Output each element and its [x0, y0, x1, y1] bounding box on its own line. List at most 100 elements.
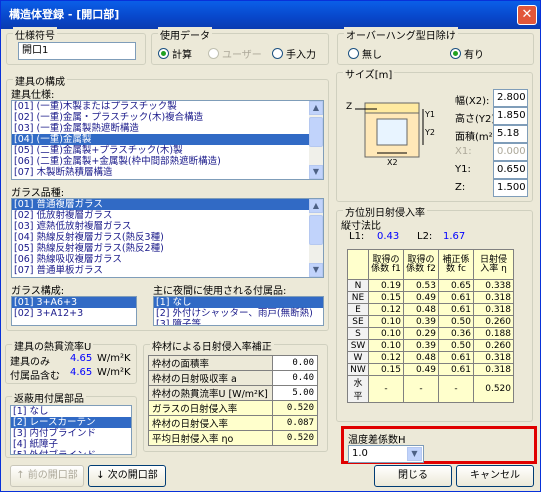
direction-cell: SW — [347, 339, 369, 352]
list-item[interactable]: [03] (一重)金属製熱遮断構造 — [12, 123, 323, 134]
chevron-down-icon[interactable]: ▼ — [407, 447, 422, 461]
solar-attach-listbox[interactable]: [1] なし[2] レースカーテン[3] 内付ブラインド[4] 紙障子[5] 外… — [10, 405, 132, 455]
heat-row2-unit: W/m²K — [97, 367, 131, 378]
size-field-input[interactable]: 1.500 — [493, 179, 528, 197]
list-item[interactable]: [02] 低放射複層ガラス — [12, 210, 323, 221]
table-row: ガラスの日射侵入率 0.520 — [148, 400, 318, 416]
table-row: SE 0.10 0.39 0.50 0.260 — [347, 315, 514, 328]
list-item[interactable]: [07] 普通単板ガラス — [12, 265, 323, 276]
calc-row-value[interactable]: 0.00 — [272, 355, 318, 371]
list-item[interactable]: [04] 熱線反射複層ガラス(熱反3種) — [12, 232, 323, 243]
calc-row-name: 平均日射侵入率 ηo — [148, 430, 273, 446]
spec-scrollbar[interactable]: ▲ ▼ — [309, 101, 323, 179]
size-field-input[interactable]: 5.18 — [493, 125, 528, 143]
list-item[interactable]: [5] 外付ブラインド — [11, 450, 131, 454]
size-field-input[interactable]: 2.800 — [493, 89, 528, 107]
value-cell-f1: 0.15 — [368, 291, 404, 304]
symbol-input[interactable]: 開口1 — [18, 42, 136, 60]
window-size-diagram: Z Y1 Y2 X2 — [346, 102, 435, 167]
direction-cell: E — [347, 303, 369, 316]
calc-row-name: 枠材の面積率 — [148, 355, 273, 371]
scroll-up-icon[interactable]: ▲ — [309, 199, 323, 213]
spec-listbox[interactable]: [01] (一重)木製またはプラスチック製 [02] (一重)金属・プラスチック(… — [11, 100, 324, 180]
table-row: 枠材の面積率 0.00 — [148, 355, 318, 371]
list-item[interactable]: [04] (一重)金属製 — [12, 134, 323, 145]
value-cell-f1: 0.19 — [368, 279, 404, 292]
overhang-radio-none[interactable]: 無し — [348, 46, 382, 61]
list-item[interactable]: [2] 外付けシャッター、雨戸(無断熱) — [154, 308, 323, 319]
column-header: 取得の係数 f1 — [368, 249, 404, 280]
list-item[interactable]: [05] (二重)金属製+プラスチック(木)製 — [12, 145, 323, 156]
direction-cell: S — [347, 327, 369, 340]
value-cell-f2: 0.39 — [403, 315, 439, 328]
list-item[interactable]: [02] 3+A12+3 — [12, 308, 136, 319]
table-row: 枠材の熱貫流率U [W/m²K] 5.00 — [148, 385, 318, 401]
usage-radio-manual[interactable]: 手入力 — [272, 46, 316, 61]
close-button[interactable]: 閉じる — [374, 465, 452, 487]
orient-group: 方位別日射侵入率 縦寸法比 L1: 0.43 L2: 1.67 取得の係数 f1… — [336, 204, 533, 422]
scroll-up-icon[interactable]: ▲ — [309, 101, 323, 115]
size-field-label: Y1: — [455, 164, 471, 175]
value-cell-eta: 0.338 — [473, 279, 514, 292]
value-cell-eta: 0.318 — [473, 291, 514, 304]
scroll-down-icon[interactable]: ▼ — [309, 165, 323, 179]
close-window-button[interactable]: ✕ — [517, 5, 537, 25]
scroll-thumb[interactable] — [309, 215, 323, 245]
solar-attach-group-title: 返蔽用付属部品 — [12, 390, 86, 405]
glass-scrollbar[interactable]: ▲ ▼ — [309, 199, 323, 277]
list-item[interactable]: [2] レースカーテン — [11, 417, 131, 428]
table-row: 水平 - - -0.520 — [347, 375, 514, 403]
calc-row-value: 0.520 — [272, 430, 318, 446]
radio-label: ユーザー — [222, 50, 262, 61]
list-item[interactable]: [3] 内付ブラインド — [11, 428, 131, 439]
l1-label: L1: — [349, 231, 365, 242]
list-item[interactable]: [05] 熱線反射複層ガラス(熱反2種) — [12, 243, 323, 254]
size-field-input[interactable]: 1.850 — [493, 107, 528, 125]
night-label: 主に夜間に使用される付属品: — [153, 286, 287, 297]
fitting-group: 建具の構成 建具仕様: [01] (一重)木製またはプラスチック製 [02] (一… — [6, 73, 329, 331]
heat-group-title: 建具の熱貫流率U — [12, 338, 94, 353]
usage-radio-user[interactable]: ユーザー — [208, 46, 262, 61]
size-field-label: X1: — [455, 146, 472, 157]
scroll-thumb[interactable] — [309, 117, 323, 147]
list-item[interactable]: [01] (一重)木製またはプラスチック製 — [12, 101, 323, 112]
list-item[interactable]: [03] 遮熱低放射複層ガラス — [12, 221, 323, 232]
calc-row-name: 枠材の熱貫流率U [W/m²K] — [148, 385, 273, 401]
diagram-label-x2: X2 — [387, 158, 398, 167]
value-cell-fc: - — [438, 375, 474, 403]
overhang-radio-yes[interactable]: 有り — [450, 46, 484, 61]
temp-select[interactable]: 1.0 ▼ — [348, 445, 424, 463]
value-cell-f1: 0.15 — [368, 363, 404, 376]
glass-listbox[interactable]: [01] 普通複層ガラス [02] 低放射複層ガラス [03] 遮熱低放射複層ガラス… — [11, 198, 324, 278]
direction-cell: W — [347, 351, 369, 364]
list-item[interactable]: [4] 紙障子 — [11, 439, 131, 450]
list-item[interactable]: [3] 障子等 — [154, 319, 323, 325]
usage-group-title: 使用データ — [158, 27, 212, 42]
list-item[interactable]: [06] 熱線吸収複層ガラス — [12, 254, 323, 265]
value-cell-fc: 0.36 — [438, 327, 474, 340]
config-listbox[interactable]: [01] 3+A6+3 [02] 3+A12+3 — [11, 296, 137, 326]
scroll-down-icon[interactable]: ▼ — [309, 263, 323, 277]
size-field-input[interactable]: 0.650 — [493, 161, 528, 179]
list-item[interactable]: [1] なし — [154, 297, 323, 308]
usage-radio-calc[interactable]: 計算 — [158, 46, 192, 61]
list-item[interactable]: [02] (一重)金属・プラスチック(木)複合構造 — [12, 112, 323, 123]
list-item[interactable]: [07] 木製断熱積層構造 — [12, 167, 323, 178]
size-field-label: Z: — [455, 182, 466, 193]
table-row: 枠材の日射侵入率 0.087 — [148, 415, 318, 431]
heat-row1-label: 建具のみ — [10, 357, 50, 368]
temp-label: 温度差係数H — [348, 435, 406, 446]
list-item[interactable]: [1] なし — [11, 406, 131, 417]
list-item[interactable]: [01] 普通複層ガラス — [12, 199, 323, 210]
list-item[interactable]: [01] 3+A6+3 — [12, 297, 136, 308]
next-opening-button[interactable]: ↓ 次の開口部 — [88, 465, 166, 487]
cancel-button[interactable]: キャンセル — [456, 465, 534, 487]
list-item[interactable]: [06] (二重)金属製+金属製(枠中間部熱遮断構造) — [12, 156, 323, 167]
method-label: 縦寸法比 — [341, 221, 381, 232]
calc-row-value[interactable]: 0.40 — [272, 370, 318, 386]
calc-row-value[interactable]: 5.00 — [272, 385, 318, 401]
size-field-label: 幅(X2): — [455, 96, 490, 107]
night-listbox[interactable]: [1] なし[2] 外付けシャッター、雨戸(無断熱)[3] 障子等[4] 上下端… — [153, 296, 324, 326]
size-field-input: 0.000 — [493, 143, 528, 161]
prev-opening-button[interactable]: ↑ 前の開口部 — [10, 465, 84, 487]
